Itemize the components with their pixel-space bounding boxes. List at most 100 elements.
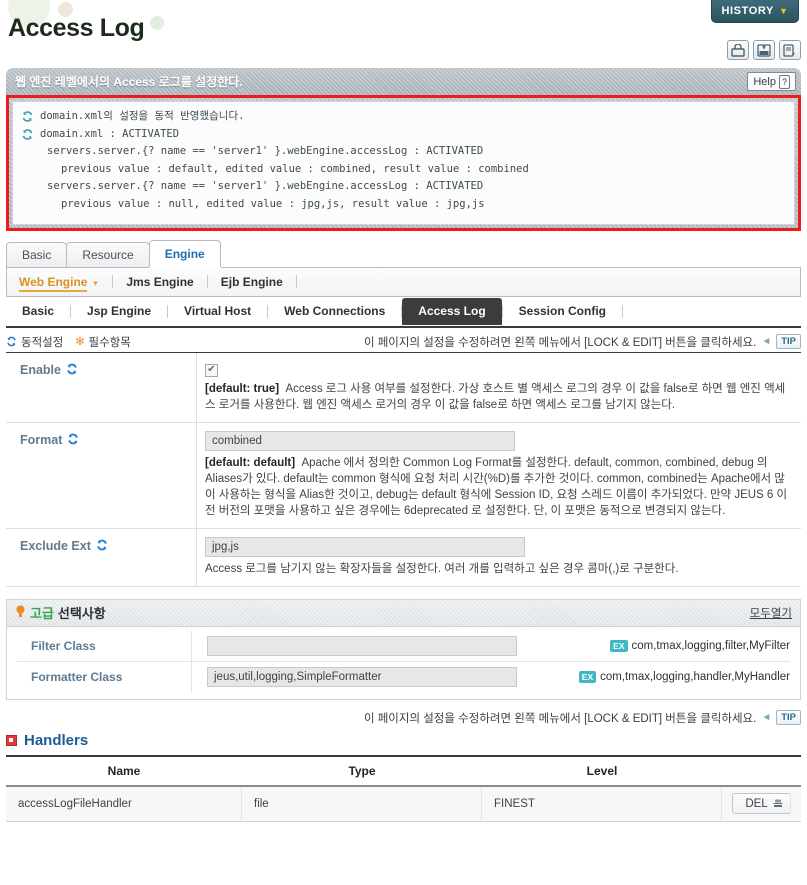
log-line-text: domain.xml : ACTIVATED [40,127,180,140]
handlers-col-actions [722,757,801,785]
setting-description-exclude-ext: Access 로그를 남기지 않는 확장자들을 설정한다. 여러 개를 입력하고… [205,561,793,577]
tab-resource[interactable]: Resource [66,242,150,267]
tab-label: Access Log [418,304,486,318]
secondary-tab-bar: Basic Jsp Engine Virtual Host Web Connectio… [6,297,801,328]
backup-restore-icon[interactable] [779,40,801,60]
page-header: Access Log HISTORY ▼ [0,0,807,68]
example-badge: EX [578,671,597,683]
example-badge: EX [610,639,628,652]
handler-name: accessLogFileHandler [6,786,242,821]
engine-nav-jms-engine[interactable]: Jms Engine [113,275,206,289]
legend-dynamic-label: 동적설정 [21,336,64,349]
advanced-section-title: 고급 선택사항 [15,603,106,622]
handlers-table: Name Type Level accessLogFileHandler file FI… [6,754,801,822]
handlers-title: Handlers [6,732,801,755]
advanced-section-header[interactable]: 고급 선택사항 모두열기 [6,598,801,627]
tab-engine[interactable]: Engine [148,240,221,267]
advanced-row-filter-class: Filter Class EX com,tmax,logging,filter,My… [17,630,791,662]
handlers-col-name: Name [107,763,141,778]
engine-nav-label: Ejb Engine [220,274,283,289]
delete-button[interactable]: DEL [732,793,791,814]
setting-description-enable: [default: true] Access 로그 사용 여부를 설정한다. 가… [205,381,793,413]
table-row[interactable]: accessLogFileHandler file FINEST DEL [6,786,801,821]
log-line: servers.server.{? name == 'server1' }.we… [21,178,786,196]
advanced-example-filter-class: EX com,tmax,logging,filter,MyFilter [610,639,791,652]
advanced-input-wrap-formatter-class: jeus,util,logging,SimpleFormatter [192,667,517,687]
lock-edit-note: 이 페이지의 설정을 수정하려면 왼쪽 메뉴에서 [LOCK & EDIT] 버… [364,334,801,350]
tab-label: Basic [22,304,55,318]
log-line-text: previous value : null, edited value : jp… [61,197,485,210]
default-tag: [default: default] [205,456,296,469]
filter-class-input[interactable] [207,635,517,656]
tab-virtual-host[interactable]: Virtual Host [168,299,267,324]
tab-label: Engine [164,247,205,261]
open-all-link[interactable]: 모두열기 [750,605,792,621]
setting-label-enable: Enable [6,353,197,422]
nav-separator [295,275,297,288]
advanced-row-formatter-class: Formatter Class jeus,util,logging,SimpleF… [17,661,790,693]
example-text: com,tmax,logging,filter,MyFilter [631,639,791,652]
tab-label: Jsp Engine [87,304,152,318]
engine-nav-web-engine[interactable]: Web Engine ▼ [19,274,112,292]
engine-nav-label: Jms Engine [126,274,194,289]
legend-required: ✻ 필수항목 [75,334,131,350]
delete-label: DEL [745,797,768,810]
setting-description-format: [default: default] Apache 에서 정의한 Common … [205,455,793,519]
format-input[interactable]: combined [205,430,515,451]
tab-session-config[interactable]: Session Config [503,299,622,324]
setting-body-exclude-ext: jpg,js Access 로그를 남기지 않는 확장자들을 설정한다. 여러 개… [197,529,801,586]
settings-table: Enable ✔ [default: true] Access 로그 사용 여부를 … [6,352,801,587]
tab-web-connections[interactable]: Web Connections [268,299,401,324]
handlers-title-label: Handlers [24,731,89,749]
xml-export-icon[interactable] [753,40,775,60]
advanced-label-formatter-class: Formatter Class [17,661,192,693]
enable-checkbox[interactable]: ✔ [205,363,218,377]
setting-label-text: Enable [20,363,61,377]
activation-log-box[interactable]: domain.xml의 설정을 동적 반영했습니다. domain.xml : A… [12,101,795,225]
handlers-table-header: Name Type Level [6,756,801,787]
chevron-down-icon: ▼ [778,6,789,16]
page-title: Access Log [8,14,145,42]
dynamic-setting-icon [7,336,16,347]
log-line: previous value : null, edited value : jp… [21,196,786,214]
dynamic-setting-icon [97,539,107,550]
description-text: Access 로그를 남기지 않는 확장자들을 설정한다. 여러 개를 입력하고… [205,562,679,575]
handlers-note-text: 이 페이지의 설정을 수정하려면 왼쪽 메뉴에서 [LOCK & EDIT] 버… [363,712,757,725]
engine-nav-ejb-engine[interactable]: Ejb Engine [208,275,296,289]
log-line-text: servers.server.{? name == 'server1' }.we… [47,145,484,157]
history-button[interactable]: HISTORY ▼ [711,0,799,23]
tip-badge[interactable]: TIP [776,334,801,349]
chevron-down-icon: ▼ [91,278,100,288]
tab-access-log[interactable]: Access Log [402,298,502,325]
advanced-section-body: Filter Class EX com,tmax,logging,filter,My… [6,626,801,700]
dynamic-setting-icon [67,363,77,375]
exclude-ext-input[interactable]: jpg,js [205,536,525,557]
refresh-icon [21,110,34,123]
setting-row-exclude-ext: Exclude Ext jpg,js Access 로그를 남기지 않는 확장자들을… [6,528,801,587]
reload-deploy-icon[interactable] [727,40,749,60]
tab-label: Web Connections [284,304,386,318]
header-icon-group [727,40,801,60]
default-tag: [default: true] [205,382,280,395]
setting-label-text: Exclude Ext [20,538,91,553]
log-line-text: servers.server.{? name == 'server1' }.we… [47,180,484,192]
handlers-col-type: Type [348,763,376,778]
decorative-circle [150,16,164,30]
trash-icon [772,799,783,807]
formatter-class-input[interactable]: jeus,util,logging,SimpleFormatter [207,667,517,687]
tip-badge[interactable]: TIP [776,710,801,725]
tab-basic[interactable]: Basic [6,299,70,324]
description-text: Access 로그 사용 여부를 설정한다. 가상 호스트 별 액세스 로그의 … [205,382,786,411]
tab-basic[interactable]: Basic [6,242,68,267]
engine-subnav: Web Engine ▼ Jms Engine Ejb Engine [6,267,801,297]
bulb-icon [15,605,26,621]
legend-dynamic: 동적설정 [6,334,63,350]
tab-jsp-engine[interactable]: Jsp Engine [71,299,167,324]
log-line-text: previous value : default, edited value :… [61,162,529,175]
section-marker-icon [6,734,17,746]
setting-label-text: Format [20,432,63,447]
help-button[interactable]: Help ? [747,72,796,91]
tab-label: Virtual Host [184,304,252,318]
handler-level: FINEST [482,786,722,821]
legend-required-label: 필수항목 [88,336,131,349]
